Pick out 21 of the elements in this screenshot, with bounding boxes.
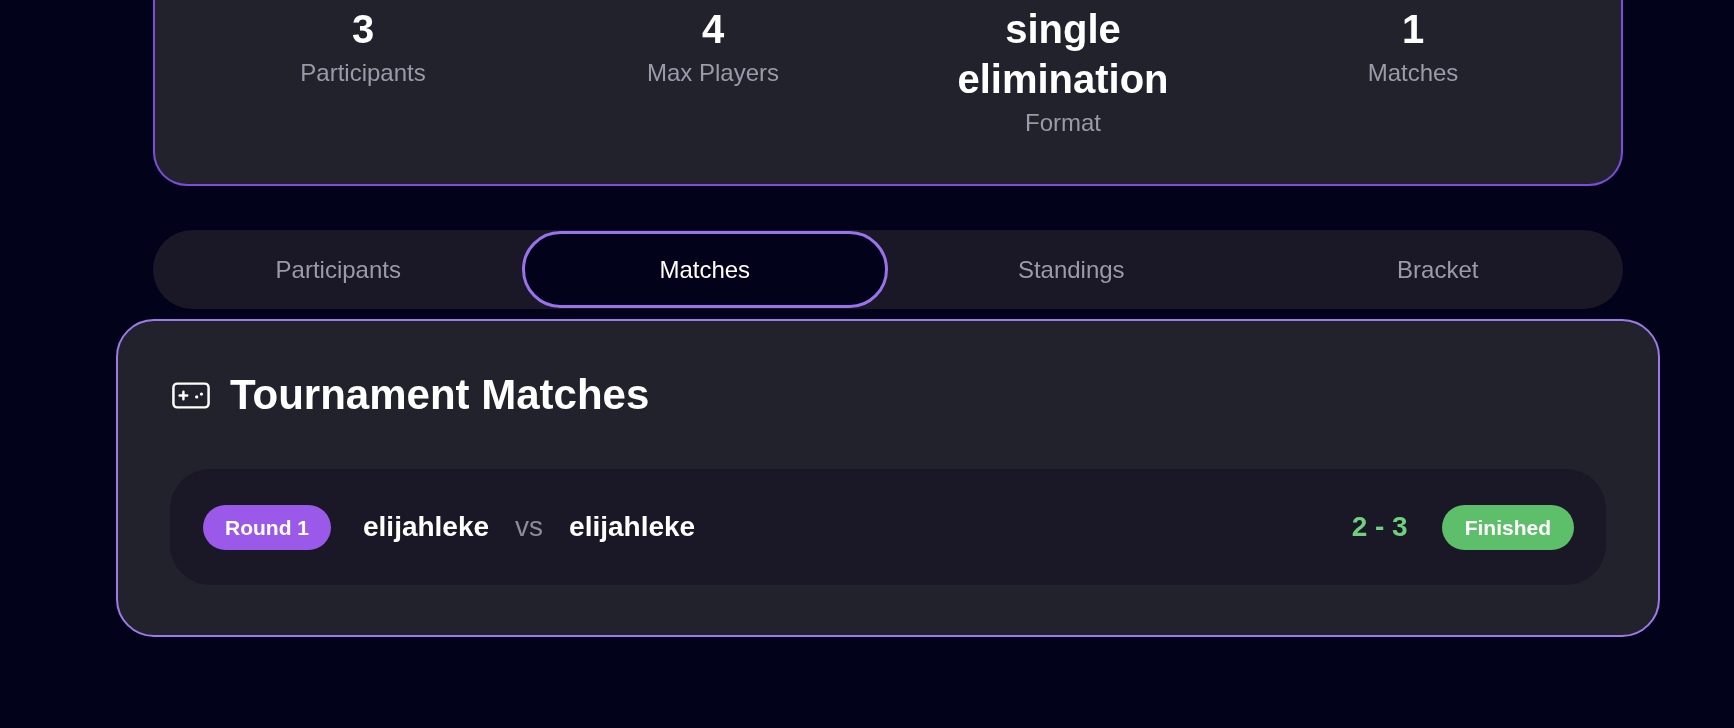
match-score: 2 - 3 <box>1351 511 1408 543</box>
stat-label: Matches <box>1367 58 1459 88</box>
tab[interactable]: Standings <box>888 231 1255 308</box>
status-badge: Finished <box>1441 504 1574 550</box>
tab[interactable]: Matches <box>521 231 888 308</box>
stat-value: 3 <box>351 6 375 53</box>
player-name: elijahleke <box>569 511 696 543</box>
match-row[interactable]: Round 1 elijahleke vs elijahleke 2 - 3 Finished <box>170 469 1606 585</box>
tab[interactable]: Bracket <box>1254 231 1621 308</box>
panel-title: Tournament Matches <box>230 370 650 420</box>
player-name: elijahleke <box>363 511 490 543</box>
versus-label: vs <box>515 511 544 543</box>
stat-value: 1 <box>1401 6 1425 53</box>
gamepad-icon <box>172 381 210 409</box>
stat-label: Participants <box>300 58 426 88</box>
stat-label: Max Players <box>646 58 779 88</box>
tab[interactable]: Participants <box>155 231 522 308</box>
stat-value: single elimination <box>956 6 1170 103</box>
round-badge: Round 1 <box>203 504 331 550</box>
stat-value: 4 <box>701 6 725 53</box>
stat-label: Format <box>1025 108 1101 138</box>
